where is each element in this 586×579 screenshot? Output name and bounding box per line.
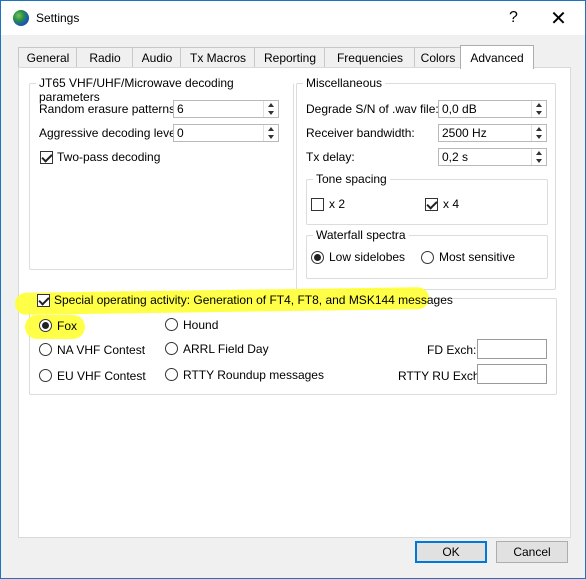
- jt65-group: JT65 VHF/UHF/Microwave decoding paramete…: [29, 76, 294, 270]
- txdelay-spinbox[interactable]: 0,2 s: [438, 148, 547, 166]
- rtty-roundup-label: RTTY Roundup messages: [183, 368, 324, 382]
- arrow-up-icon[interactable]: [264, 101, 278, 109]
- fd-exch-label: FD Exch:: [427, 343, 477, 357]
- hound-label: Hound: [183, 318, 219, 332]
- rtty-exch-input[interactable]: [477, 364, 547, 384]
- spinbox-arrows: [263, 101, 278, 117]
- tab-colors[interactable]: Colors: [414, 47, 462, 68]
- bandwidth-value: 2500 Hz: [442, 126, 487, 140]
- degrade-label: Degrade S/N of .wav file:: [306, 102, 439, 116]
- tab-reporting[interactable]: Reporting: [254, 47, 326, 68]
- cancel-button[interactable]: Cancel: [496, 541, 568, 563]
- txdelay-value: 0,2 s: [442, 150, 469, 164]
- waterfall-group: Waterfall spectra Low sidelobes Most sen…: [306, 228, 548, 279]
- special-activity-checkbox[interactable]: [37, 294, 50, 307]
- misc-group-title: Miscellaneous: [303, 76, 386, 90]
- aggressive-label: Aggressive decoding level:: [39, 126, 182, 140]
- most-sensitive-radio[interactable]: [421, 251, 434, 264]
- eu-vhf-contest-label: EU VHF Contest: [57, 369, 146, 383]
- tone-x2-label: x 2: [329, 197, 346, 211]
- rtty-roundup-radio[interactable]: [165, 368, 178, 381]
- low-sidelobes-radio[interactable]: [311, 251, 324, 264]
- random-erasure-value: 6: [177, 102, 184, 116]
- two-pass-label: Two-pass decoding: [57, 150, 161, 164]
- eu-vhf-contest-radio[interactable]: [39, 369, 52, 382]
- na-vhf-contest-label: NA VHF Contest: [57, 343, 146, 357]
- tone-spacing-group: Tone spacing x 2 x 4: [306, 172, 548, 225]
- window-title: Settings: [36, 11, 80, 25]
- arrl-field-day-radio[interactable]: [165, 342, 178, 355]
- low-sidelobes-label: Low sidelobes: [329, 250, 406, 264]
- tab-audio[interactable]: Audio: [132, 47, 182, 68]
- spinbox-arrows: [531, 125, 546, 141]
- tab-radio[interactable]: Radio: [76, 47, 134, 68]
- waterfall-title: Waterfall spectra: [313, 228, 409, 242]
- tone-x4-checkbox[interactable]: [425, 198, 438, 211]
- degrade-spinbox[interactable]: 0,0 dB: [438, 100, 547, 118]
- close-button[interactable]: ✕: [536, 1, 581, 35]
- arrow-down-icon[interactable]: [264, 109, 278, 117]
- arrow-up-icon[interactable]: [532, 125, 546, 133]
- tab-advanced[interactable]: Advanced: [460, 45, 534, 69]
- arrow-up-icon[interactable]: [532, 101, 546, 109]
- tone-spacing-title: Tone spacing: [313, 172, 390, 186]
- ok-button[interactable]: OK: [415, 541, 487, 563]
- fox-radio[interactable]: [39, 319, 52, 332]
- random-erasure-spinbox[interactable]: 6: [173, 100, 279, 118]
- title-bar[interactable]: Settings ? ✕: [1, 1, 585, 35]
- arrow-up-icon[interactable]: [264, 125, 278, 133]
- tone-x4-label: x 4: [443, 197, 460, 211]
- wsjtx-globe-icon: [13, 10, 29, 26]
- na-vhf-contest-radio[interactable]: [39, 343, 52, 356]
- misc-group: Miscellaneous Degrade S/N of .wav file: …: [296, 76, 556, 290]
- tone-x2-checkbox[interactable]: [311, 198, 324, 211]
- arrow-up-icon[interactable]: [532, 149, 546, 157]
- spinbox-arrows: [531, 101, 546, 117]
- bandwidth-spinbox[interactable]: 2500 Hz: [438, 124, 547, 142]
- rtty-exch-label: RTTY RU Exch:: [398, 369, 483, 383]
- degrade-value: 0,0 dB: [442, 102, 477, 116]
- hound-radio[interactable]: [165, 318, 178, 331]
- aggressive-value: 0: [177, 126, 184, 140]
- two-pass-checkbox[interactable]: [40, 151, 53, 164]
- fd-exch-input[interactable]: [477, 339, 547, 359]
- arrow-down-icon[interactable]: [532, 157, 546, 165]
- tab-general[interactable]: General: [18, 47, 78, 68]
- arrow-down-icon[interactable]: [532, 133, 546, 141]
- special-activity-label: Special operating activity: Generation o…: [54, 293, 453, 307]
- aggressive-spinbox[interactable]: 0: [173, 124, 279, 142]
- tab-tx-macros[interactable]: Tx Macros: [180, 47, 256, 68]
- random-erasure-label: Random erasure patterns:: [39, 102, 179, 116]
- most-sensitive-label: Most sensitive: [439, 250, 516, 264]
- bandwidth-label: Receiver bandwidth:: [306, 126, 415, 140]
- settings-window: Settings ? ✕ General Radio Audio Tx Macr…: [0, 0, 586, 579]
- fox-label: Fox: [57, 319, 78, 333]
- arrow-down-icon[interactable]: [532, 109, 546, 117]
- tab-frequencies[interactable]: Frequencies: [324, 47, 416, 68]
- txdelay-label: Tx delay:: [306, 150, 355, 164]
- arrow-down-icon[interactable]: [264, 133, 278, 141]
- spinbox-arrows: [263, 125, 278, 141]
- spinbox-arrows: [531, 149, 546, 165]
- arrl-field-day-label: ARRL Field Day: [183, 342, 269, 356]
- help-button[interactable]: ?: [491, 1, 536, 35]
